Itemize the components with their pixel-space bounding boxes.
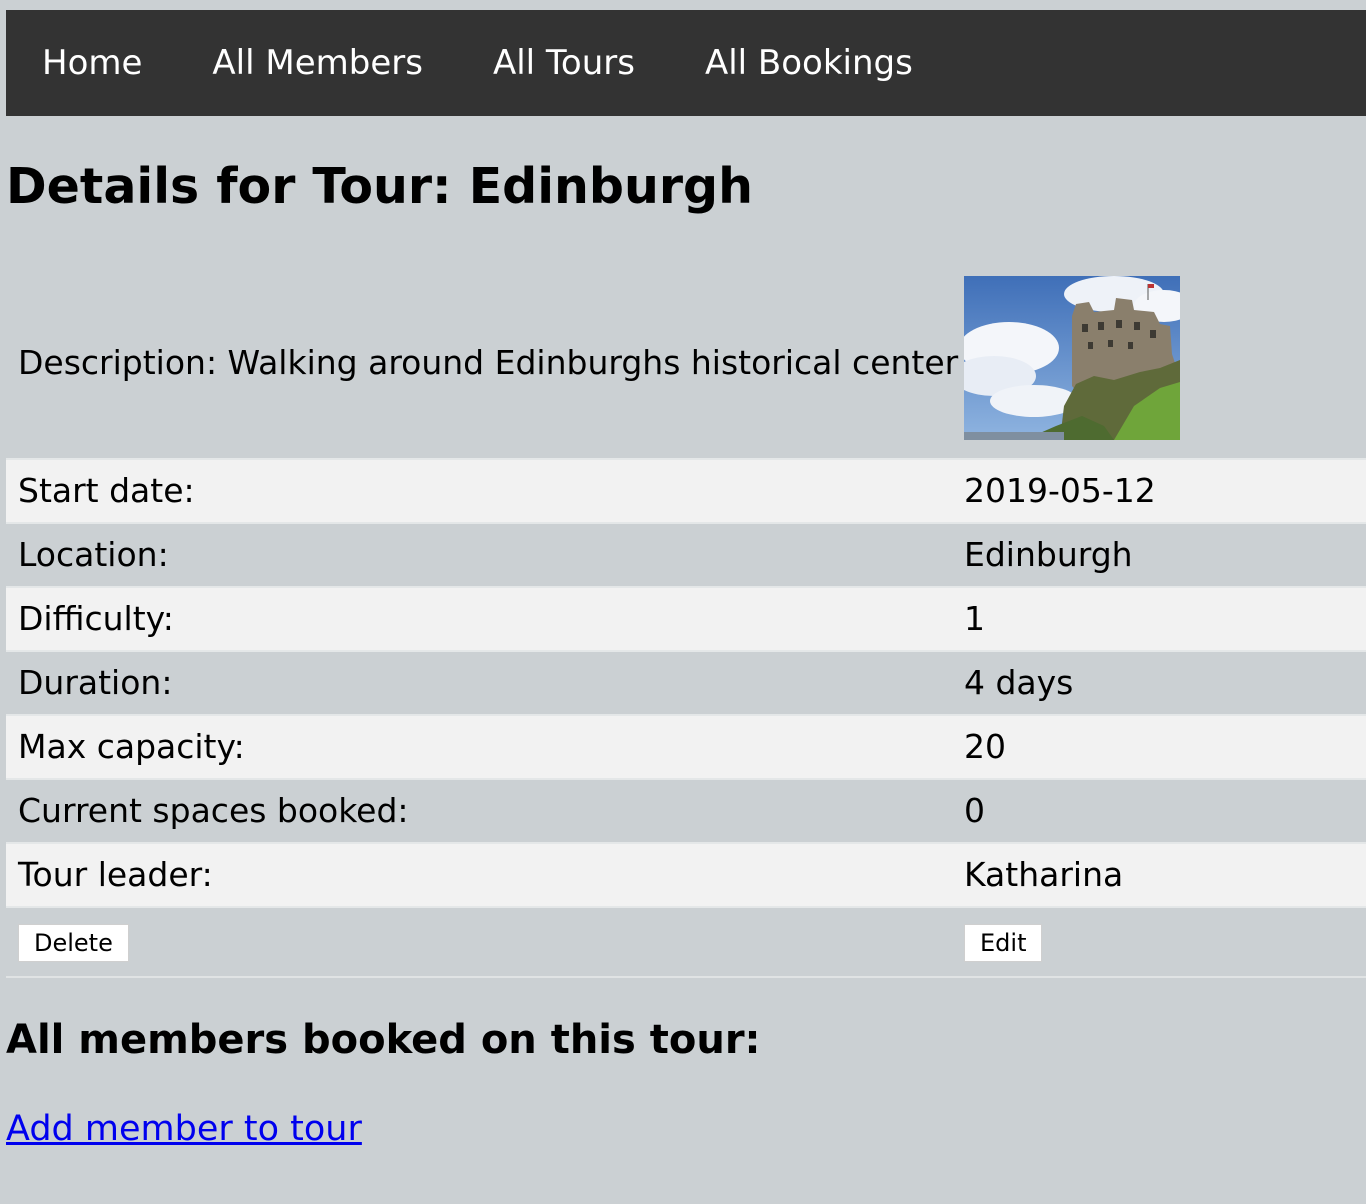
difficulty-value: 1	[964, 599, 985, 638]
duration-label: Duration:	[18, 663, 173, 702]
start-date-row: Start date: 2019-05-12	[6, 460, 1366, 524]
tour-details-table: Description: Walking around Edinburghs h…	[6, 268, 1366, 978]
description-row: Description: Walking around Edinburghs h…	[6, 268, 1366, 460]
nav-all-tours[interactable]: All Tours	[493, 46, 635, 80]
start-date-value: 2019-05-12	[964, 471, 1156, 510]
start-date-label: Start date:	[18, 471, 195, 510]
max-capacity-value: 20	[964, 727, 1006, 766]
difficulty-label: Difficulty:	[18, 599, 174, 638]
add-member-link[interactable]: Add member to tour	[6, 1108, 362, 1150]
difficulty-row: Difficulty: 1	[6, 588, 1366, 652]
page-title: Details for Tour: Edinburgh	[6, 158, 754, 215]
nav-all-bookings[interactable]: All Bookings	[705, 46, 913, 80]
tour-leader-label: Tour leader:	[18, 855, 213, 894]
spaces-booked-value: 0	[964, 791, 985, 830]
location-value: Edinburgh	[964, 535, 1133, 574]
max-capacity-label: Max capacity:	[18, 727, 245, 766]
delete-button[interactable]: Delete	[18, 924, 129, 962]
location-row: Location: Edinburgh	[6, 524, 1366, 588]
nav-home[interactable]: Home	[42, 46, 142, 80]
actions-row: Delete Edit	[6, 908, 1366, 978]
duration-value: 4 days	[964, 663, 1074, 702]
description-text: Description: Walking around Edinburghs h…	[18, 343, 959, 382]
spaces-booked-row: Current spaces booked: 0	[6, 780, 1366, 844]
edinburgh-castle-image	[964, 276, 1180, 440]
tour-leader-value: Katharina	[964, 855, 1124, 894]
location-label: Location:	[18, 535, 169, 574]
spaces-booked-label: Current spaces booked:	[18, 791, 409, 830]
nav-all-members[interactable]: All Members	[212, 46, 423, 80]
max-capacity-row: Max capacity: 20	[6, 716, 1366, 780]
edit-button[interactable]: Edit	[964, 924, 1043, 962]
duration-row: Duration: 4 days	[6, 652, 1366, 716]
top-navbar: Home All Members All Tours All Bookings	[6, 10, 1366, 116]
tour-leader-row: Tour leader: Katharina	[6, 844, 1366, 908]
members-heading: All members booked on this tour:	[6, 1017, 761, 1063]
